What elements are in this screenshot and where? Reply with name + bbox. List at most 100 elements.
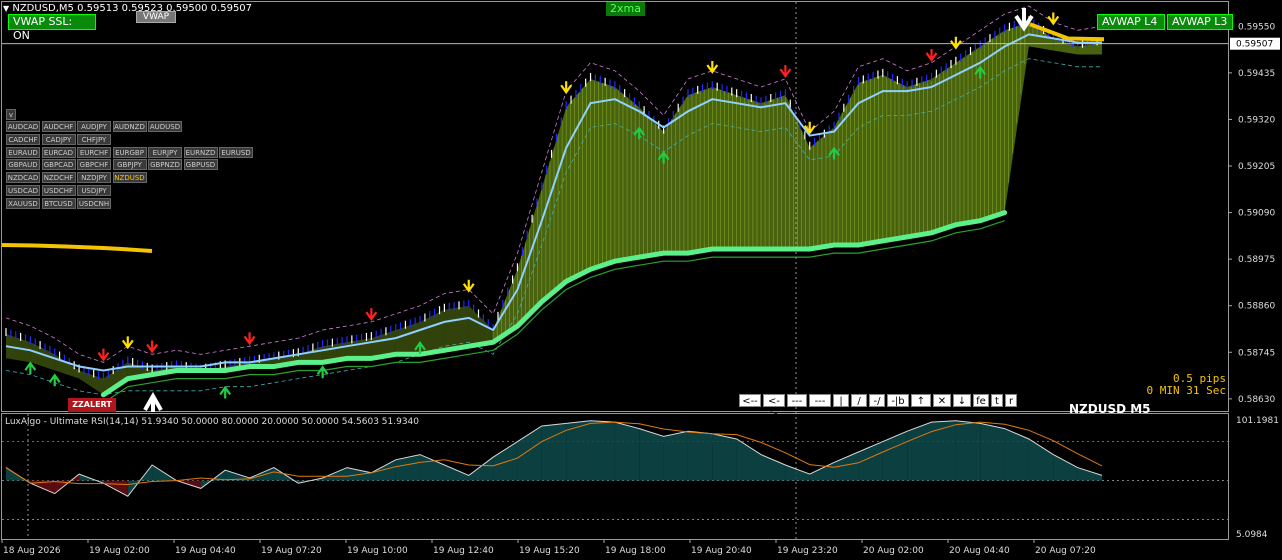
toolbar-button-8[interactable]: ↑ bbox=[911, 394, 931, 407]
rsi-fill-segment bbox=[931, 420, 956, 481]
price-tick-label: 0.59205 bbox=[1238, 162, 1275, 172]
toolbar-button-11[interactable]: fe bbox=[973, 394, 989, 407]
symbol-button-cadjpy[interactable]: CADJPY bbox=[41, 133, 76, 145]
toolbar-button-12[interactable]: t bbox=[991, 394, 1003, 407]
time-tick-label: 19 Aug 12:40 bbox=[433, 546, 494, 556]
price-tick-label: 0.59090 bbox=[1238, 209, 1275, 219]
symbol-info: NZDUSD,M5 0.59513 0.59523 0.59500 0.5950… bbox=[12, 3, 253, 14]
time-tick-label: 19 Aug 04:40 bbox=[175, 546, 236, 556]
symbol-button-gbpusd[interactable]: GBPUSD bbox=[183, 159, 218, 171]
price-tick-label: 0.58630 bbox=[1238, 395, 1275, 405]
rsi-fill-segment bbox=[1004, 428, 1029, 481]
price-chart[interactable]: 0.59550 0.59435 0.59320 0.59205 0.59090 0.589… bbox=[0, 0, 1282, 560]
signal-arrow-down bbox=[365, 308, 378, 322]
time-tick-label: 20 Aug 02:00 bbox=[863, 546, 924, 556]
chart-layer bbox=[1, 2, 1228, 539]
signal-arrow-yellow bbox=[706, 61, 719, 74]
symbol-button-euraud[interactable]: EURAUD bbox=[6, 146, 40, 158]
symbol-button-eurchf[interactable]: EURCHF bbox=[77, 146, 111, 158]
symbol-button-gbpcad[interactable]: GBPCAD bbox=[41, 159, 76, 171]
ma-label[interactable]: 2xma bbox=[606, 2, 645, 16]
symbol-button-usdjpy[interactable]: USDJPY bbox=[77, 185, 111, 196]
rsi-fill-segment bbox=[882, 431, 908, 481]
symbol-button-eurnzd[interactable]: EURNZD bbox=[183, 146, 218, 158]
time-tick-label: 18 Aug 2026 bbox=[3, 546, 61, 556]
symbol-button-cadchf[interactable]: CADCHF bbox=[6, 133, 40, 145]
signal-arrow-down bbox=[146, 340, 159, 354]
signal-arrow-down bbox=[243, 332, 256, 346]
symbol-button-nzdusd[interactable]: NZDUSD bbox=[112, 172, 147, 184]
toolbar-button-13[interactable]: r bbox=[1005, 394, 1017, 407]
cloud-segment bbox=[346, 338, 372, 359]
current-price-label: 0.59507 bbox=[1236, 40, 1273, 50]
symbol-button-chfjpy[interactable]: CHFJPY bbox=[77, 133, 111, 145]
rsi-min-label: 5.0984 bbox=[1236, 530, 1268, 540]
symbol-watermark: NZDUSD M5 bbox=[1069, 402, 1151, 416]
avwap-l3-button[interactable]: AVWAP L3 bbox=[1167, 14, 1233, 30]
symbol-button-audcad[interactable]: AUDCAD bbox=[6, 121, 40, 132]
rsi-fill-segment bbox=[420, 454, 445, 481]
rsi-indicator-label: LuxAlgo - Ultimate RSI(14,14) 51.9340 50… bbox=[5, 417, 420, 427]
symbol-button-audjpy[interactable]: AUDJPY bbox=[77, 121, 111, 132]
symbol-button-gbpnzd[interactable]: GBPNZD bbox=[148, 159, 182, 171]
symbol-button-eurcad[interactable]: EURCAD bbox=[41, 146, 76, 158]
rsi-fill-segment bbox=[907, 422, 932, 481]
rsi-fill-segment bbox=[639, 428, 664, 481]
price-tick-label: 0.58975 bbox=[1238, 255, 1275, 265]
symbol-button-audusd[interactable]: AUDUSD bbox=[148, 121, 182, 132]
rsi-max-label: 101.1981 bbox=[1236, 416, 1279, 426]
toolbar-button-6[interactable]: -/ bbox=[869, 394, 885, 407]
vwap-ssl-toggle-button[interactable]: VWAP SSL: ON bbox=[8, 14, 96, 42]
signal-arrow-yellow bbox=[462, 279, 475, 293]
symbol-button-eurgbp[interactable]: EURGBP bbox=[112, 146, 147, 158]
rsi-fill-segment bbox=[955, 420, 981, 481]
toolbar-button-7[interactable]: -|b bbox=[887, 394, 909, 407]
symbol-button-usdcad[interactable]: USDCAD bbox=[6, 185, 40, 196]
symbol-button-usdcnh[interactable]: USDCNH bbox=[77, 197, 111, 209]
symbol-button-eurusd[interactable]: EURUSD bbox=[219, 146, 253, 158]
yellow-level-left bbox=[1, 242, 153, 254]
signal-arrow-up bbox=[219, 385, 232, 399]
vwap-button[interactable]: VWAP bbox=[136, 11, 176, 23]
rsi-fill-segment bbox=[736, 438, 762, 481]
candle-timer: 0 MIN 31 Sec bbox=[1146, 384, 1226, 397]
toolbar-button-2[interactable]: --- bbox=[787, 394, 807, 407]
symbol-button-usdchf[interactable]: USDCHF bbox=[41, 185, 76, 196]
symbol-button-gbpjpy[interactable]: GBPJPY bbox=[112, 159, 147, 171]
signal-arrow-down bbox=[779, 65, 792, 79]
time-tick-label: 19 Aug 02:00 bbox=[89, 546, 150, 556]
symbol-button-nzdcad[interactable]: NZDCAD bbox=[6, 172, 40, 184]
cloud-segment bbox=[444, 305, 469, 351]
signal-arrow-yellow bbox=[949, 36, 962, 50]
toolbar-button-5[interactable]: / bbox=[851, 394, 867, 407]
price-tick-label: 0.59550 bbox=[1238, 22, 1275, 32]
rsi-fill-segment bbox=[395, 454, 421, 481]
symbol-button-nzdjpy[interactable]: NZDJPY bbox=[77, 172, 111, 184]
rsi-fill-segment bbox=[687, 431, 713, 481]
symbol-button-gbpchf[interactable]: GBPCHF bbox=[77, 159, 111, 171]
symbol-button-gbpaud[interactable]: GBPAUD bbox=[6, 159, 40, 171]
toolbar-button-3[interactable]: --- bbox=[809, 394, 831, 407]
toolbar-button-10[interactable]: ↓ bbox=[953, 394, 971, 407]
time-tick-label: 19 Aug 10:00 bbox=[347, 546, 408, 556]
symbol-button-btcusd[interactable]: BTCUSD bbox=[41, 197, 76, 209]
signal-arrow-up bbox=[316, 365, 329, 379]
symbol-button-eurjpy[interactable]: EURJPY bbox=[148, 146, 182, 158]
symbol-button-audnzd[interactable]: AUDNZD bbox=[112, 121, 147, 132]
symbol-button-nzdchf[interactable]: NZDCHF bbox=[41, 172, 76, 184]
price-tick-label: 0.59435 bbox=[1238, 69, 1275, 79]
signal-arrow-yellow bbox=[560, 81, 573, 95]
toolbar-button-1[interactable]: <-> bbox=[763, 394, 785, 420]
symbol-button-audchf[interactable]: AUDCHF bbox=[41, 121, 76, 132]
toolbar-button-0[interactable]: <-- bbox=[739, 394, 761, 407]
symbol-panel-toggle[interactable]: v bbox=[6, 109, 16, 120]
zzalert-button[interactable]: ZZALERT bbox=[68, 398, 116, 412]
cloud-segment bbox=[468, 305, 494, 347]
signal-arrow-yellow bbox=[1047, 12, 1060, 26]
rsi-fill-segment bbox=[980, 423, 1005, 481]
avwap-l4-button[interactable]: AVWAP L4 bbox=[1097, 14, 1165, 30]
dropdown-icon[interactable]: ▼ bbox=[3, 4, 9, 13]
symbol-button-xauusd[interactable]: XAUUSD bbox=[6, 197, 40, 209]
toolbar-button-9[interactable]: ✕ bbox=[933, 394, 951, 407]
toolbar-button-4[interactable]: | bbox=[833, 394, 849, 407]
